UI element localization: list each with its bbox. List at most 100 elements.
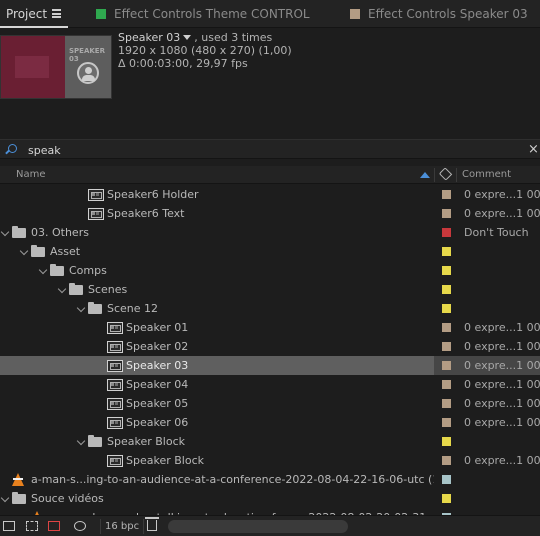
sort-ascending-icon[interactable] (420, 172, 430, 178)
label-color-swatch[interactable] (442, 361, 451, 370)
name-cell: Speaker 04 (0, 375, 434, 394)
label-tag-icon[interactable] (438, 167, 453, 181)
horizontal-scrollbar[interactable] (168, 520, 348, 533)
list-item[interactable]: Scenes (0, 280, 540, 299)
label-color-swatch[interactable] (442, 494, 451, 503)
comment-cell[interactable]: 0 expre...1 00:4 (464, 394, 540, 413)
tab-project-label: Project (6, 7, 48, 21)
list-item[interactable]: Speaker Block 0 expre...1 00:4 (0, 451, 540, 470)
label-color-swatch[interactable] (442, 437, 451, 446)
list-item[interactable]: Asset (0, 242, 540, 261)
name-cell: Speaker 06 (0, 413, 434, 432)
list-item-selected[interactable]: Speaker 03 0 expre...1 00:4 (0, 356, 540, 375)
disclosure-triangle-icon[interactable] (76, 303, 86, 313)
label-color-swatch[interactable] (442, 323, 451, 332)
item-name: Speaker 01 (126, 321, 189, 334)
tab-effect-speaker-label: Effect Controls Speaker 03 (368, 7, 528, 21)
list-item[interactable]: Speaker6 Text 0 expre...1 00:4 (0, 204, 540, 223)
column-name-header[interactable]: Name (16, 169, 46, 180)
column-divider[interactable] (434, 168, 435, 182)
panel-menu-icon[interactable] (52, 9, 61, 18)
list-item[interactable]: Speaker 01 0 expre...1 00:4 (0, 318, 540, 337)
label-color-swatch[interactable] (442, 266, 451, 275)
name-cell: 03. Others (0, 223, 434, 242)
label-color-swatch[interactable] (442, 285, 451, 294)
new-folder-icon[interactable] (26, 521, 38, 531)
item-name: Scenes (88, 283, 128, 296)
label-color-swatch[interactable] (442, 190, 451, 199)
comment-cell[interactable]: 0 expre...1 00:4 (464, 185, 540, 204)
list-item[interactable]: Scene 12 (0, 299, 540, 318)
folder-icon (69, 283, 83, 295)
item-name: Speaker 02 (126, 340, 189, 353)
interpret-footage-icon[interactable] (3, 521, 15, 531)
list-item[interactable]: a-man-s...ing-to-an-audience-at-a-confer… (0, 470, 540, 489)
column-comment-header[interactable]: Comment (462, 169, 511, 180)
name-cell: Speaker Block (0, 432, 434, 451)
comment-cell[interactable]: Don't Touch (464, 223, 540, 242)
search-input[interactable] (28, 142, 508, 158)
item-name: Speaker6 Text (107, 207, 185, 220)
item-dimensions: 1920 x 1080 (480 x 270) (1,00) (118, 44, 292, 57)
list-item[interactable]: Speaker 04 0 expre...1 00:4 (0, 375, 540, 394)
name-cell: Asset (0, 242, 434, 261)
project-settings-icon[interactable] (74, 521, 86, 531)
comment-cell[interactable]: 0 expre...1 00:4 (464, 204, 540, 223)
comment-cell[interactable]: 0 expre...1 00:4 (464, 318, 540, 337)
search-icon[interactable] (6, 144, 17, 154)
list-item[interactable]: man-pub...speaker-talking-at-education-f… (0, 508, 540, 515)
usage-dropdown-icon[interactable] (183, 35, 192, 40)
item-duration: Δ 0:00:03:00, 29,97 fps (118, 57, 248, 70)
item-name: 03. Others (31, 226, 89, 239)
new-composition-icon[interactable] (48, 521, 60, 531)
disclosure-triangle-icon[interactable] (38, 265, 48, 275)
label-color-swatch[interactable] (442, 342, 451, 351)
column-divider[interactable] (456, 168, 457, 182)
list-item[interactable]: Comps (0, 261, 540, 280)
vlc-video-file-icon (12, 473, 24, 486)
item-name: Scene 12 (107, 302, 159, 315)
item-name: Asset (50, 245, 81, 258)
tab-project[interactable]: Project (0, 0, 72, 28)
name-cell: Speaker6 Text (0, 204, 434, 223)
label-color-swatch[interactable] (442, 418, 451, 427)
label-color-swatch[interactable] (442, 399, 451, 408)
trash-icon[interactable] (145, 517, 159, 531)
list-item[interactable]: Speaker 02 0 expre...1 00:4 (0, 337, 540, 356)
list-item[interactable]: Speaker 05 0 expre...1 00:4 (0, 394, 540, 413)
comment-cell[interactable]: 0 expre...1 00:4 (464, 413, 540, 432)
label-color-swatch[interactable] (442, 228, 451, 237)
disclosure-triangle-icon[interactable] (57, 284, 67, 294)
disclosure-triangle-icon[interactable] (76, 436, 86, 446)
tab-effect-controls-theme[interactable]: Effect Controls Theme CONTROL (96, 0, 310, 28)
label-color-swatch[interactable] (442, 209, 451, 218)
disclosure-triangle-icon[interactable] (0, 493, 10, 503)
label-color-swatch[interactable] (442, 247, 451, 256)
bit-depth-button[interactable]: 16 bpc (100, 519, 145, 534)
theme-color-swatch (96, 9, 106, 19)
label-color-swatch[interactable] (442, 475, 451, 484)
item-name: Speaker Block (107, 435, 185, 448)
list-item[interactable]: Speaker6 Holder 0 expre...1 00:4 (0, 185, 540, 204)
comment-cell[interactable]: 0 expre...1 00:4 (464, 375, 540, 394)
folder-icon (12, 492, 26, 504)
composition-icon (88, 189, 104, 201)
comment-cell[interactable]: 0 expre...1 00:4 (464, 337, 540, 356)
item-name: Speaker 05 (126, 397, 189, 410)
disclosure-triangle-icon[interactable] (0, 227, 10, 237)
list-item[interactable]: Speaker Block (0, 432, 540, 451)
comment-cell[interactable]: 0 expre...1 00:4 (464, 451, 540, 470)
label-color-swatch[interactable] (442, 304, 451, 313)
list-item[interactable]: Souce vidéos (0, 489, 540, 508)
label-color-swatch[interactable] (442, 456, 451, 465)
comment-cell[interactable]: 0 expre...1 00:4 (464, 356, 540, 375)
label-color-swatch[interactable] (442, 380, 451, 389)
item-name: Speaker Block (126, 454, 204, 467)
person-avatar-icon (77, 62, 99, 84)
list-item[interactable]: Speaker 06 0 expre...1 00:4 (0, 413, 540, 432)
tab-effect-controls-speaker[interactable]: Effect Controls Speaker 03 (350, 0, 528, 28)
clear-search-icon[interactable]: × (528, 142, 539, 157)
list-item[interactable]: 03. Others Don't Touch (0, 223, 540, 242)
name-cell: Speaker Block (0, 451, 434, 470)
disclosure-triangle-icon[interactable] (19, 246, 29, 256)
